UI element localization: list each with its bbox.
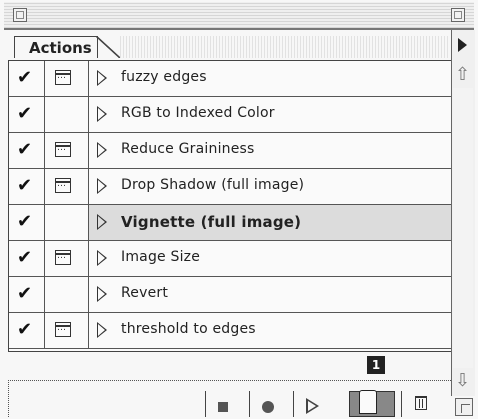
stop-button[interactable] — [205, 391, 249, 417]
tab-edge — [96, 36, 120, 58]
record-button[interactable] — [249, 391, 293, 417]
action-label: Image Size — [121, 249, 201, 265]
expand-triangle-icon[interactable] — [97, 178, 107, 194]
trash-icon — [415, 396, 427, 410]
action-row[interactable]: ✔ Reduce Graininess — [9, 133, 451, 169]
scroll-track[interactable] — [453, 88, 473, 368]
tab-actions[interactable]: Actions — [14, 36, 98, 58]
action-row[interactable]: ✔ RGB to Indexed Color — [9, 97, 451, 133]
bottom-toolbar — [8, 380, 451, 417]
action-name-cell[interactable]: Reduce Graininess — [89, 133, 451, 168]
dialog-icon — [55, 178, 71, 193]
zoom-box-icon[interactable] — [451, 8, 465, 22]
scroll-up-arrow-icon[interactable]: ⇧ — [455, 64, 470, 85]
palette-menu-arrow-icon[interactable] — [458, 38, 467, 52]
title-bar[interactable] — [4, 2, 474, 30]
play-icon — [306, 398, 319, 414]
toggle-item-cell[interactable]: ✔ — [9, 133, 45, 168]
expand-triangle-icon[interactable] — [97, 250, 107, 266]
action-name-cell[interactable]: Drop Shadow (full image) — [89, 169, 451, 204]
checkmark-icon: ✔ — [17, 175, 33, 196]
resize-grow-box-icon[interactable] — [455, 398, 473, 416]
action-label: fuzzy edges — [121, 69, 207, 85]
actions-list: ✔ fuzzy edges ✔ RGB to Indexed Color ✔ R… — [8, 60, 451, 352]
toggle-dialog-cell[interactable] — [45, 97, 89, 132]
toggle-dialog-cell[interactable] — [45, 277, 89, 312]
toggle-dialog-cell[interactable] — [45, 169, 89, 204]
vertical-scrollbar[interactable]: ⇧ ⇩ — [451, 30, 475, 396]
action-label: RGB to Indexed Color — [121, 105, 275, 121]
toggle-item-cell[interactable]: ✔ — [9, 61, 45, 96]
delete-button[interactable] — [401, 391, 449, 417]
action-label: threshold to edges — [121, 321, 256, 337]
action-label: Drop Shadow (full image) — [121, 177, 305, 193]
action-label: Vignette (full image) — [121, 213, 302, 231]
status-badge: 1 — [367, 356, 385, 374]
dialog-icon — [55, 70, 71, 85]
action-row[interactable]: ✔ fuzzy edges — [9, 61, 451, 97]
dialog-icon — [55, 250, 71, 265]
dialog-icon — [55, 142, 71, 157]
toggle-item-cell[interactable]: ✔ — [9, 313, 45, 348]
action-row-selected[interactable]: ✔ Vignette (full image) — [9, 205, 451, 241]
action-label: Revert — [121, 285, 169, 301]
expand-triangle-icon[interactable] — [97, 70, 107, 86]
checkmark-icon: ✔ — [17, 211, 33, 232]
stop-icon — [218, 402, 228, 412]
action-row[interactable]: ✔ Image Size — [9, 241, 451, 277]
action-name-cell[interactable]: Revert — [89, 277, 451, 312]
toggle-dialog-cell[interactable] — [45, 205, 89, 240]
toggle-item-cell[interactable]: ✔ — [9, 277, 45, 312]
scroll-down-arrow-icon[interactable]: ⇩ — [455, 370, 470, 391]
toggle-dialog-cell[interactable] — [45, 61, 89, 96]
checkmark-icon: ✔ — [17, 67, 33, 88]
dialog-icon — [55, 322, 71, 337]
toggle-item-cell[interactable]: ✔ — [9, 205, 45, 240]
toggle-item-cell[interactable]: ✔ — [9, 241, 45, 276]
toggle-item-cell[interactable]: ✔ — [9, 169, 45, 204]
new-action-icon — [359, 390, 377, 414]
actions-palette-window: Actions ✔ fuzzy edges ✔ RGB to Indexed C… — [0, 0, 478, 419]
action-label: Reduce Graininess — [121, 141, 255, 157]
new-action-button[interactable] — [349, 390, 395, 417]
expand-triangle-icon[interactable] — [97, 322, 107, 338]
expand-triangle-icon[interactable] — [97, 286, 107, 302]
checkmark-icon: ✔ — [17, 283, 33, 304]
toggle-dialog-cell[interactable] — [45, 133, 89, 168]
action-row[interactable]: ✔ Revert — [9, 277, 451, 313]
action-name-cell[interactable]: fuzzy edges — [89, 61, 451, 96]
toggle-dialog-cell[interactable] — [45, 241, 89, 276]
checkmark-icon: ✔ — [17, 247, 33, 268]
action-name-cell[interactable]: Vignette (full image) — [89, 205, 451, 240]
toggle-item-cell[interactable]: ✔ — [9, 97, 45, 132]
action-row[interactable]: ✔ Drop Shadow (full image) — [9, 169, 451, 205]
tab-row-fill — [120, 36, 448, 58]
checkmark-icon: ✔ — [17, 103, 33, 124]
action-name-cell[interactable]: threshold to edges — [89, 313, 451, 348]
tab-row: Actions — [4, 30, 448, 58]
toggle-dialog-cell[interactable] — [45, 313, 89, 348]
expand-triangle-icon[interactable] — [97, 106, 107, 122]
expand-triangle-icon[interactable] — [97, 214, 107, 230]
action-name-cell[interactable]: Image Size — [89, 241, 451, 276]
action-name-cell[interactable]: RGB to Indexed Color — [89, 97, 451, 132]
record-icon — [262, 401, 274, 413]
checkmark-icon: ✔ — [17, 319, 33, 340]
play-button[interactable] — [293, 391, 345, 417]
close-box-icon[interactable] — [13, 8, 27, 22]
expand-triangle-icon[interactable] — [97, 142, 107, 158]
action-row[interactable]: ✔ threshold to edges — [9, 313, 451, 349]
checkmark-icon: ✔ — [17, 139, 33, 160]
